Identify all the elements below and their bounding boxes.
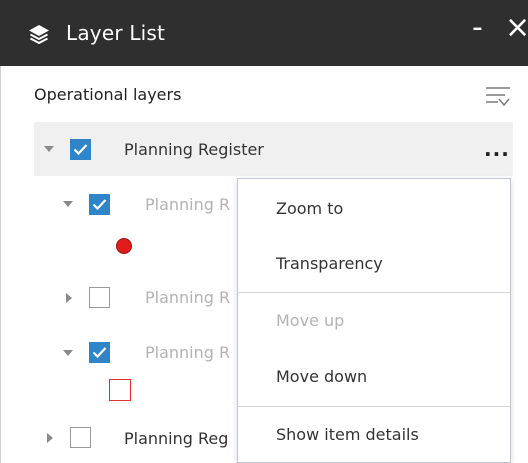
sublayer-label: Planning R bbox=[145, 195, 231, 214]
menu-item-show-item-details[interactable]: Show item details bbox=[276, 424, 419, 446]
close-button[interactable]: × bbox=[505, 8, 528, 48]
more-options-icon[interactable]: ... bbox=[484, 139, 510, 159]
menu-item-move-down[interactable]: Move down bbox=[276, 366, 367, 388]
panel-header: Layer List - × bbox=[0, 0, 528, 66]
layer-label: Planning Reg bbox=[124, 429, 229, 448]
menu-divider bbox=[238, 406, 510, 407]
layers-icon bbox=[29, 25, 49, 45]
layer-label: Planning Register bbox=[124, 140, 264, 159]
menu-item-transparency[interactable]: Transparency bbox=[276, 253, 383, 275]
check-icon bbox=[73, 144, 88, 156]
panel-border bbox=[0, 66, 1, 463]
layer-checkbox[interactable] bbox=[70, 139, 91, 160]
collapse-caret-icon[interactable] bbox=[47, 433, 53, 443]
section-title: Operational layers bbox=[34, 85, 182, 104]
menu-item-zoom-to[interactable]: Zoom to bbox=[276, 198, 343, 220]
panel-title: Layer List bbox=[66, 21, 166, 45]
menu-item-move-up: Move up bbox=[276, 311, 345, 330]
sublayer-checkbox[interactable] bbox=[89, 194, 110, 215]
sublayer-label: Planning R bbox=[145, 343, 231, 362]
minimize-button[interactable]: - bbox=[472, 8, 483, 48]
sublayer-label: Planning R bbox=[145, 288, 231, 307]
legend-polygon-symbol bbox=[109, 379, 131, 401]
expand-caret-icon[interactable] bbox=[63, 350, 73, 356]
legend-point-symbol bbox=[116, 238, 132, 254]
layer-row-planning-register[interactable] bbox=[34, 122, 513, 176]
sublayer-checkbox[interactable] bbox=[89, 287, 110, 308]
expand-caret-icon[interactable] bbox=[63, 201, 73, 207]
expand-caret-icon[interactable] bbox=[44, 146, 54, 152]
collapse-caret-icon[interactable] bbox=[66, 293, 72, 303]
sublayer-checkbox[interactable] bbox=[89, 342, 110, 363]
filter-icon[interactable] bbox=[485, 84, 511, 108]
menu-divider bbox=[238, 292, 510, 293]
layer-options-menu: Zoom to Transparency Move up Move down S… bbox=[237, 178, 511, 463]
layer-checkbox[interactable] bbox=[70, 427, 91, 448]
check-icon bbox=[92, 199, 107, 211]
check-icon bbox=[92, 347, 107, 359]
